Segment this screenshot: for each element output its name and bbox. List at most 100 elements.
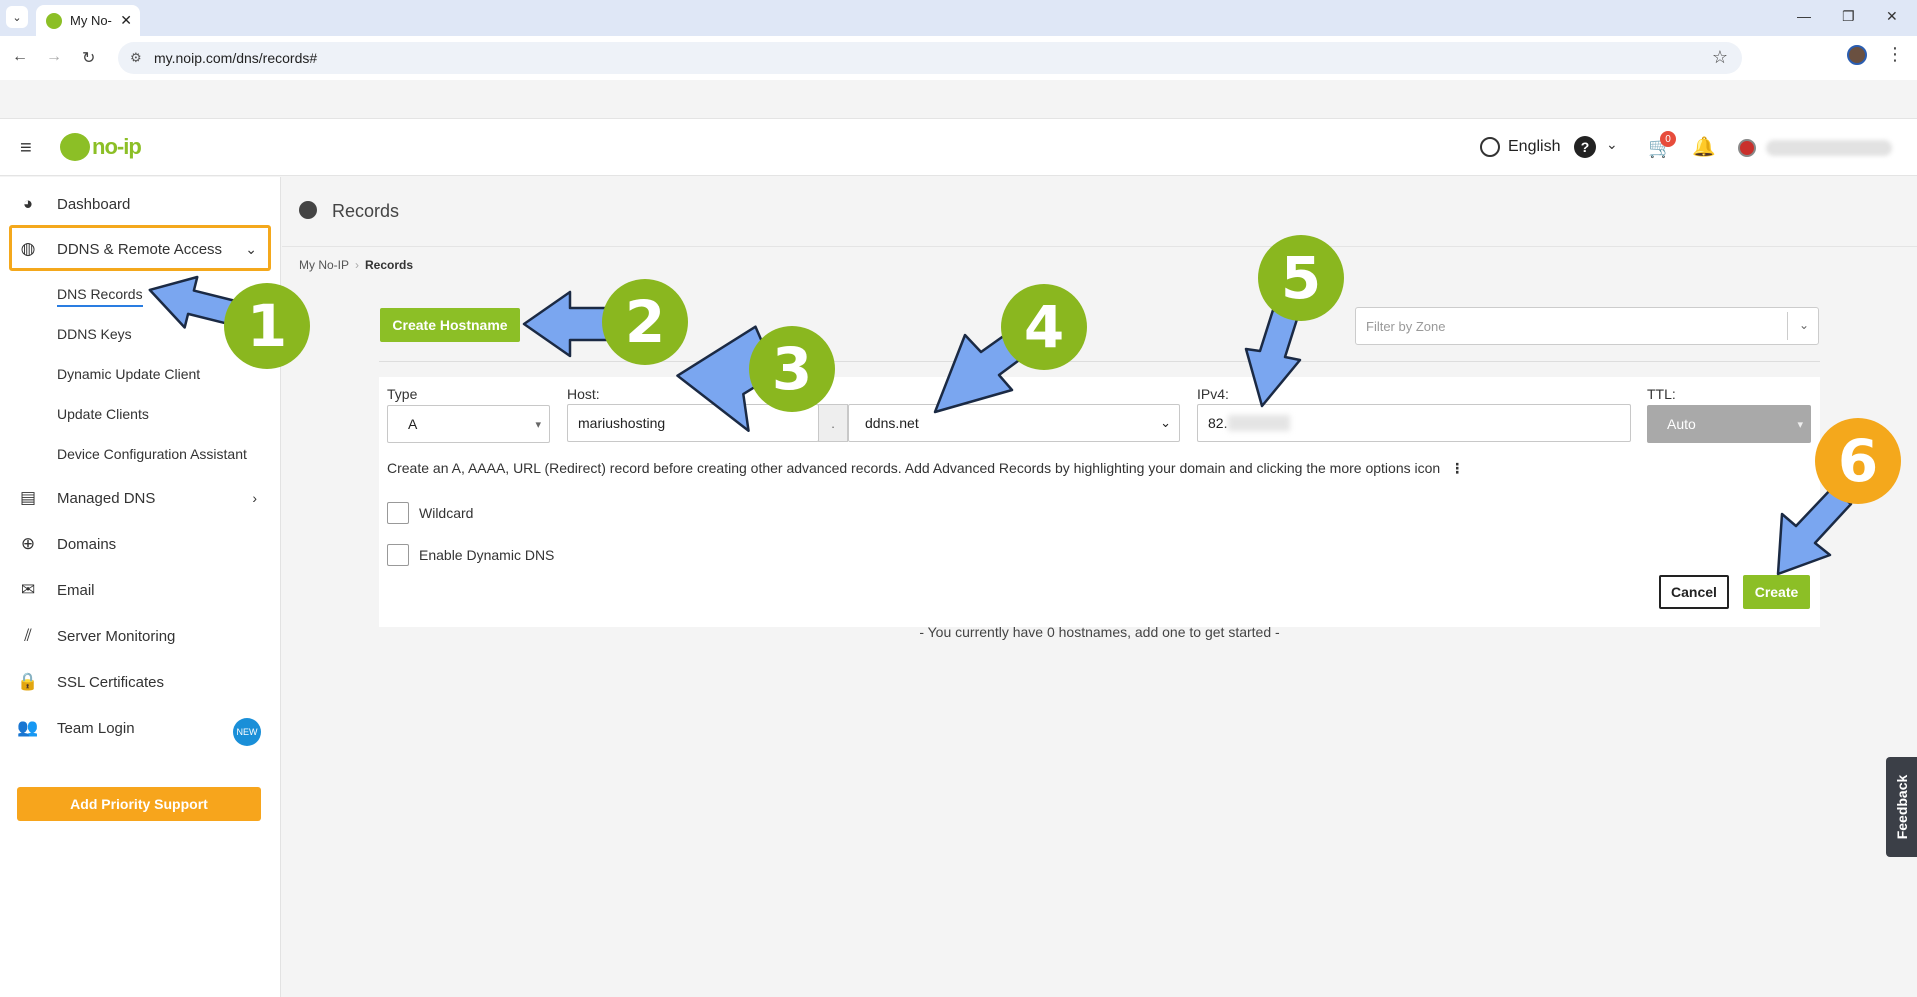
noip-favicon-icon <box>46 12 62 29</box>
close-window-icon[interactable]: ✕ <box>1886 8 1898 25</box>
sidebar-subitem-device-config[interactable]: Device Configuration Assistant <box>57 446 247 462</box>
add-priority-support-button[interactable]: Add Priority Support <box>17 787 261 821</box>
sidebar-item-email[interactable]: ✉ Email <box>0 570 281 610</box>
sidebar-item-ssl[interactable]: 🔒 SSL Certificates <box>0 662 281 702</box>
step-4-marker: 4 <box>1001 284 1087 370</box>
language-label: English <box>1508 138 1561 155</box>
logo-text: no-ip <box>92 134 142 159</box>
breadcrumb-current: Records <box>365 258 414 272</box>
site-info-icon[interactable]: ⚙ <box>130 50 142 66</box>
sidebar-item-ddns[interactable]: ◍ DDNS & Remote Access ⌄ <box>0 229 281 269</box>
ttl-select[interactable]: Auto ▾ <box>1647 405 1811 443</box>
server-icon: ▤ <box>19 488 37 507</box>
help-icon[interactable]: ? <box>1574 136 1596 158</box>
email-icon: ✉ <box>20 580 36 599</box>
domains-globe-icon: ⊕ <box>20 534 36 553</box>
browser-tab[interactable]: My No- ✕ <box>36 5 140 36</box>
dynamic-dns-checkbox[interactable] <box>387 544 409 566</box>
sidebar-item-dashboard[interactable]: ◕ Dashboard <box>0 184 281 224</box>
host-label: Host: <box>567 386 600 402</box>
team-users-icon: 👥 <box>17 718 39 737</box>
globe-icon: ◍ <box>20 239 36 258</box>
forward-icon[interactable]: → <box>46 48 62 66</box>
chevron-down-icon: ⌄ <box>245 240 257 257</box>
filter-placeholder: Filter by Zone <box>1366 318 1446 334</box>
dynamic-dns-label: Enable Dynamic DNS <box>419 547 555 563</box>
sidebar-item-label: Email <box>57 581 95 599</box>
sidebar-item-domains[interactable]: ⊕ Domains <box>0 524 281 564</box>
sidebar-item-label: Domains <box>57 535 117 553</box>
globe-icon <box>1480 137 1500 157</box>
noip-logo[interactable]: no-ip <box>60 133 142 161</box>
bookmark-star-icon[interactable]: ☆ <box>1712 47 1728 68</box>
step-2-marker: 2 <box>602 279 688 365</box>
username-blurred[interactable] <box>1766 140 1892 156</box>
chevron-down-icon[interactable]: ⌄ <box>1606 136 1618 153</box>
user-avatar[interactable] <box>1738 139 1756 157</box>
url-text: my.noip.com/dns/records# <box>154 50 318 66</box>
sidebar-item-label: Team Login <box>57 719 135 737</box>
chevron-down-icon: ⌄ <box>1160 415 1171 430</box>
url-field[interactable]: ⚙ my.noip.com/dns/records# ☆ <box>118 42 1742 74</box>
restore-icon[interactable]: ❐ <box>1842 8 1855 25</box>
language-selector[interactable]: English <box>1480 137 1560 157</box>
type-value: A <box>408 416 418 432</box>
sidebar-item-server-monitoring[interactable]: ⫽ Server Monitoring <box>0 616 281 656</box>
ttl-label: TTL: <box>1647 386 1676 402</box>
create-record-form: Type A ▾ Host: mariushosting . ddns.net … <box>379 377 1820 627</box>
reload-icon[interactable]: ↻ <box>82 48 95 68</box>
sidebar-subitem-dynamic-update-client[interactable]: Dynamic Update Client <box>57 366 200 382</box>
chevron-right-icon: › <box>252 490 257 506</box>
page-title: Records <box>332 201 400 221</box>
ipv4-input[interactable]: 82. <box>1197 404 1631 442</box>
type-select[interactable]: A ▾ <box>387 405 550 443</box>
back-icon[interactable]: ← <box>12 48 28 66</box>
browser-menu-icon[interactable]: ⋮ <box>1886 44 1904 65</box>
bell-icon[interactable]: 🔔 <box>1692 135 1716 159</box>
empty-hostnames-message: - You currently have 0 hostnames, add on… <box>919 624 1280 640</box>
sidebar-item-label: Managed DNS <box>57 489 156 507</box>
page-header: Records <box>282 177 1917 247</box>
step-3-marker: 3 <box>749 326 835 412</box>
sidebar-item-label: Dashboard <box>57 195 131 213</box>
step-1-marker: 1 <box>224 283 310 369</box>
advanced-records-info: Create an A, AAAA, URL (Redirect) record… <box>387 460 1464 477</box>
dashboard-gauge-icon: ◕ <box>22 194 34 213</box>
minimize-icon[interactable]: — <box>1797 8 1811 24</box>
sidebar-item-managed-dns[interactable]: ▤ Managed DNS › <box>0 478 281 518</box>
step-6-marker: 6 <box>1815 418 1901 504</box>
type-label: Type <box>387 386 418 402</box>
new-badge: NEW <box>233 718 261 746</box>
filter-by-zone-select[interactable]: Filter by Zone ⌄ <box>1355 307 1819 345</box>
globe-icon <box>299 201 317 219</box>
sidebar-subitem-update-clients[interactable]: Update Clients <box>57 406 149 422</box>
close-tab-icon[interactable]: ✕ <box>120 12 132 29</box>
tab-title: My No- <box>70 13 112 28</box>
breadcrumb-home[interactable]: My No-IP <box>299 258 349 272</box>
sidebar-item-label: SSL Certificates <box>57 673 164 691</box>
breadcrumb: My No-IP › Records <box>299 258 413 272</box>
sidebar-item-label: Server Monitoring <box>57 627 176 645</box>
select-divider <box>1787 312 1788 340</box>
create-hostname-button[interactable]: Create Hostname <box>380 308 520 342</box>
domain-select[interactable]: ddns.net ⌄ <box>848 404 1180 442</box>
create-button[interactable]: Create <box>1743 575 1810 609</box>
domain-value: ddns.net <box>865 415 919 431</box>
ipv4-label: IPv4: <box>1197 386 1229 402</box>
browser-profile-avatar[interactable] <box>1847 45 1867 65</box>
browser-tab-bar: ⌄ My No- ✕ — ❐ ✕ <box>0 0 1917 36</box>
wildcard-checkbox[interactable] <box>387 502 409 524</box>
feedback-tab[interactable]: Feedback <box>1886 757 1917 857</box>
sidebar-subitem-dns-records[interactable]: DNS Records <box>57 286 143 307</box>
ip-blurred <box>1228 415 1290 431</box>
hamburger-menu-icon[interactable]: ≡ <box>20 137 32 160</box>
noip-logo-icon <box>60 133 90 161</box>
lock-icon: 🔒 <box>17 672 39 691</box>
ipv4-value: 82. <box>1208 415 1228 431</box>
chevron-down-icon: ⌄ <box>1798 318 1809 332</box>
host-domain-separator: . <box>818 404 848 442</box>
tab-search-icon[interactable]: ⌄ <box>6 6 28 28</box>
cancel-button[interactable]: Cancel <box>1659 575 1729 609</box>
sidebar-subitem-ddns-keys[interactable]: DDNS Keys <box>57 326 132 342</box>
wildcard-label: Wildcard <box>419 505 474 521</box>
